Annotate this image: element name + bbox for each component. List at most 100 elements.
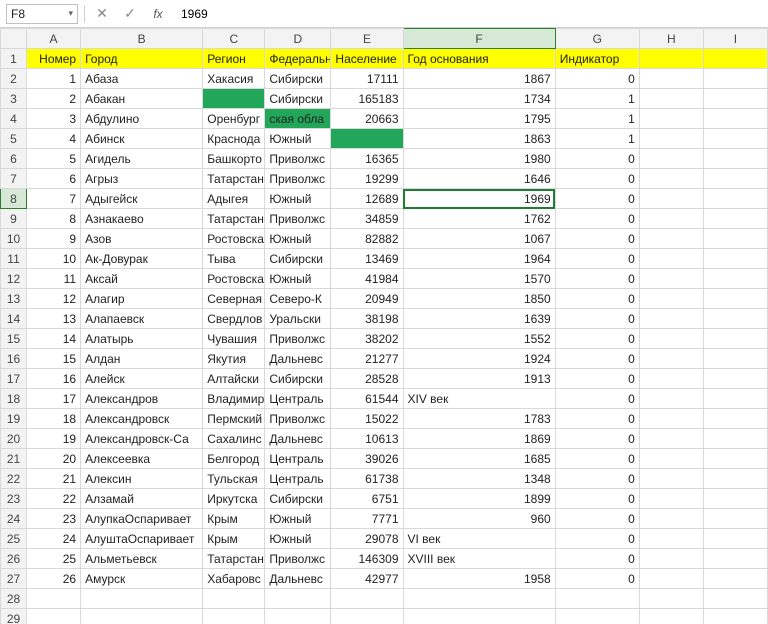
cell[interactable]: Адыгея <box>203 189 265 209</box>
cell[interactable]: Дальневс <box>265 429 331 449</box>
cell[interactable]: 0 <box>555 369 639 389</box>
cell[interactable]: 14 <box>27 329 81 349</box>
fx-icon[interactable]: fx <box>147 7 169 21</box>
cell[interactable] <box>703 389 767 409</box>
cell[interactable]: 1552 <box>403 329 555 349</box>
cell[interactable] <box>81 609 203 624</box>
cell[interactable]: 20 <box>27 449 81 469</box>
cell[interactable] <box>203 589 265 609</box>
cell[interactable] <box>639 569 703 589</box>
cell[interactable]: 28528 <box>331 369 403 389</box>
cell[interactable] <box>703 89 767 109</box>
cell[interactable]: 1980 <box>403 149 555 169</box>
name-box[interactable]: F8 ▾ <box>6 4 78 24</box>
cell[interactable]: 1 <box>555 109 639 129</box>
cell[interactable]: 13 <box>27 309 81 329</box>
cell[interactable] <box>703 229 767 249</box>
cell[interactable]: Азнакаево <box>81 209 203 229</box>
cell[interactable]: 1 <box>27 69 81 89</box>
cell[interactable]: Альметьевск <box>81 549 203 569</box>
row-header[interactable]: 29 <box>1 609 27 624</box>
row-header[interactable]: 22 <box>1 469 27 489</box>
cell[interactable]: XVIII век <box>403 549 555 569</box>
header-cell-C[interactable]: Регион <box>203 49 265 69</box>
row-header[interactable]: 3 <box>1 89 27 109</box>
cell[interactable]: Алтайски <box>203 369 265 389</box>
cell[interactable]: 26 <box>27 569 81 589</box>
row-header[interactable]: 16 <box>1 349 27 369</box>
cell[interactable] <box>703 349 767 369</box>
cell[interactable]: 17111 <box>331 69 403 89</box>
cell[interactable]: 0 <box>555 329 639 349</box>
cell[interactable]: Аксай <box>81 269 203 289</box>
cell[interactable]: 1067 <box>403 229 555 249</box>
cell[interactable]: 0 <box>555 449 639 469</box>
cell[interactable]: Сахалинс <box>203 429 265 449</box>
header-cell-A[interactable]: Номер <box>27 49 81 69</box>
header-cell-I[interactable] <box>703 49 767 69</box>
cell[interactable]: 1964 <box>403 249 555 269</box>
row-header[interactable]: 1 <box>1 49 27 69</box>
cell[interactable]: АлупкаОспаривает <box>81 509 203 529</box>
row-header[interactable]: 21 <box>1 449 27 469</box>
cell[interactable] <box>639 149 703 169</box>
cell[interactable]: Приволжс <box>265 169 331 189</box>
cell[interactable]: Южный <box>265 529 331 549</box>
cell[interactable] <box>403 589 555 609</box>
cell[interactable]: Ростовска <box>203 229 265 249</box>
cell[interactable]: 22 <box>27 489 81 509</box>
row-header[interactable]: 25 <box>1 529 27 549</box>
cell[interactable] <box>639 469 703 489</box>
cell[interactable]: Тыва <box>203 249 265 269</box>
col-header-A[interactable]: A <box>27 29 81 49</box>
cell[interactable]: 82882 <box>331 229 403 249</box>
cell[interactable] <box>703 69 767 89</box>
cell[interactable]: 11 <box>27 269 81 289</box>
cell[interactable]: 0 <box>555 189 639 209</box>
cell[interactable] <box>703 289 767 309</box>
row-header[interactable]: 9 <box>1 209 27 229</box>
cell[interactable]: Алейск <box>81 369 203 389</box>
row-header[interactable]: 5 <box>1 129 27 149</box>
cell[interactable]: 1783 <box>403 409 555 429</box>
cell[interactable]: Алатырь <box>81 329 203 349</box>
cell[interactable] <box>639 429 703 449</box>
cell[interactable]: Ростовска <box>203 269 265 289</box>
cell[interactable]: 0 <box>555 469 639 489</box>
cell[interactable]: 21 <box>27 469 81 489</box>
cell[interactable]: 4 <box>27 129 81 149</box>
cell[interactable] <box>639 449 703 469</box>
cell[interactable]: 165183 <box>331 89 403 109</box>
header-cell-F[interactable]: Год основания <box>403 49 555 69</box>
cell[interactable]: 0 <box>555 489 639 509</box>
cell[interactable]: Дальневс <box>265 569 331 589</box>
select-all-corner[interactable] <box>1 29 27 49</box>
cell[interactable]: 7771 <box>331 509 403 529</box>
cell[interactable]: 0 <box>555 169 639 189</box>
cell[interactable]: 0 <box>555 529 639 549</box>
cell[interactable]: 29078 <box>331 529 403 549</box>
row-header[interactable]: 13 <box>1 289 27 309</box>
cell[interactable]: 12689 <box>331 189 403 209</box>
cell[interactable]: Алагир <box>81 289 203 309</box>
cell[interactable]: Алексеевка <box>81 449 203 469</box>
cell[interactable] <box>703 129 767 149</box>
cell[interactable]: 146309 <box>331 549 403 569</box>
cell[interactable]: 19 <box>27 429 81 449</box>
cell[interactable]: 61738 <box>331 469 403 489</box>
cell[interactable]: Централь <box>265 469 331 489</box>
cell[interactable] <box>265 609 331 624</box>
cell[interactable]: Южный <box>265 509 331 529</box>
cell[interactable]: 0 <box>555 249 639 269</box>
header-cell-E[interactable]: Население <box>331 49 403 69</box>
cell[interactable] <box>703 589 767 609</box>
cell[interactable]: Александров <box>81 389 203 409</box>
cell[interactable] <box>703 409 767 429</box>
cell[interactable]: Приволжс <box>265 329 331 349</box>
cell[interactable]: 1762 <box>403 209 555 229</box>
cell[interactable]: 1795 <box>403 109 555 129</box>
cell[interactable] <box>703 609 767 624</box>
cell[interactable] <box>703 369 767 389</box>
cell[interactable]: Александровск <box>81 409 203 429</box>
cell[interactable]: Башкорто <box>203 149 265 169</box>
